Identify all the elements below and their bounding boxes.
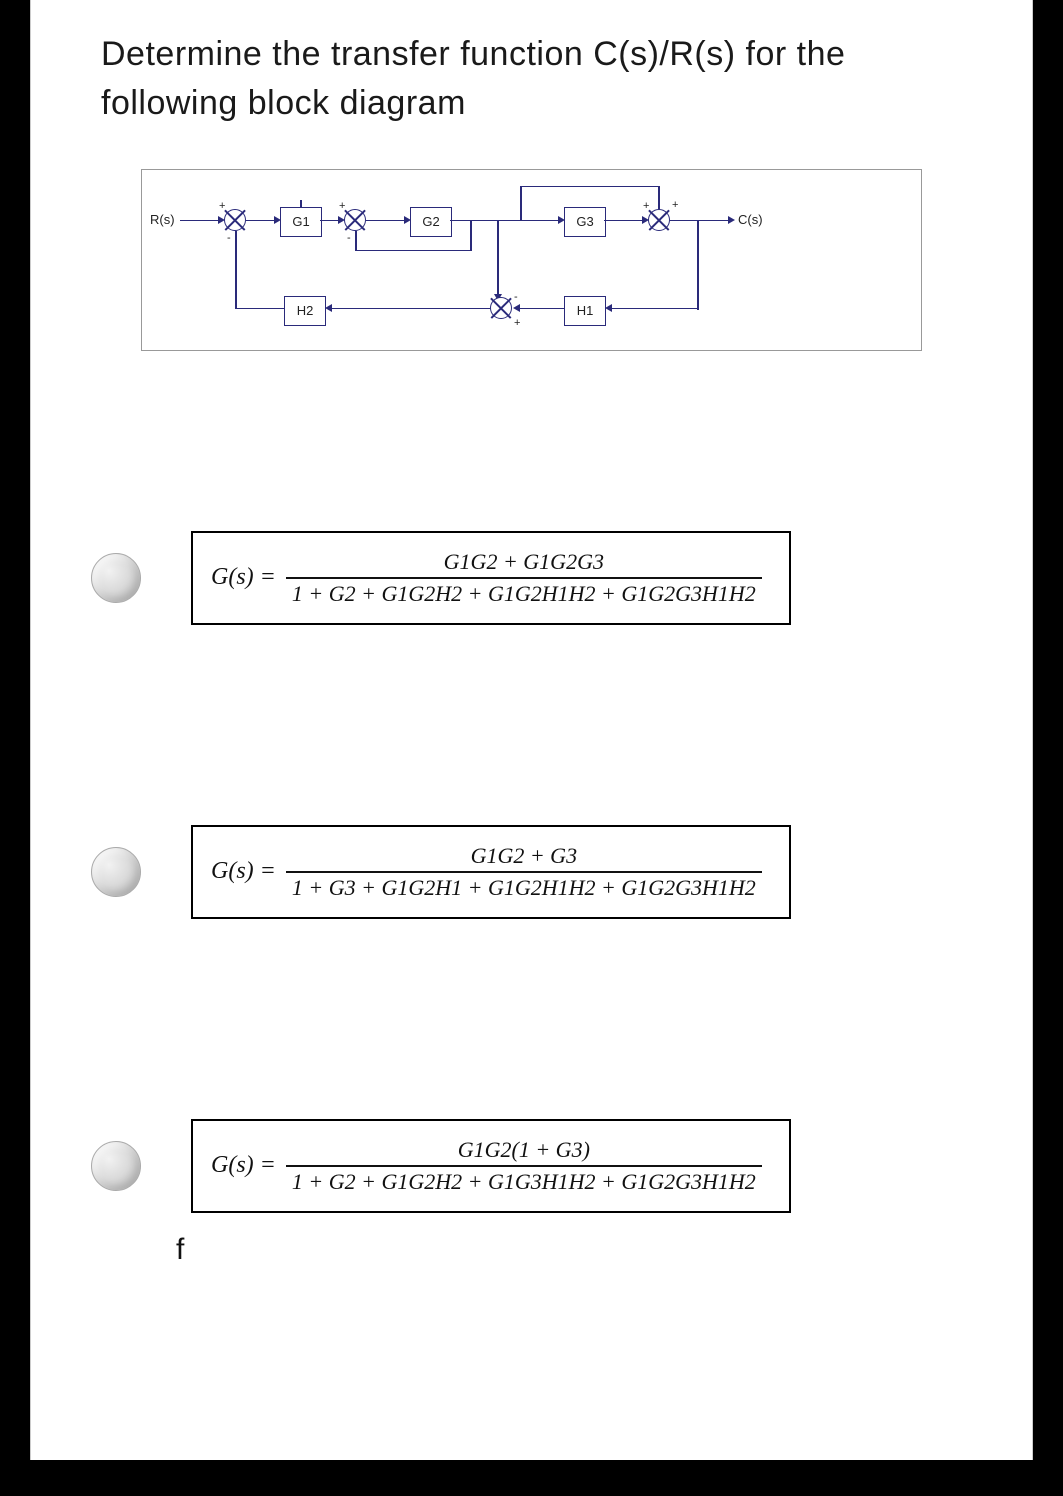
line	[520, 186, 659, 188]
block-g1: G1	[280, 207, 322, 237]
line	[355, 231, 357, 251]
denominator: 1 + G3 + G1G2H1 + G1G2H1H2 + G1G2G3H1H2	[286, 873, 762, 903]
footer-text: f	[176, 1233, 1002, 1267]
line	[604, 220, 644, 222]
line	[697, 220, 699, 310]
line	[235, 308, 284, 310]
line	[235, 231, 237, 309]
sign-plus: +	[672, 200, 678, 211]
option-2[interactable]: G(s) = G1G2 + G3 1 + G3 + G1G2H1 + G1G2H…	[61, 825, 1002, 919]
line	[658, 186, 660, 209]
option-box: G(s) = G1G2(1 + G3) 1 + G2 + G1G2H2 + G1…	[191, 1119, 791, 1213]
summing-junction	[344, 209, 366, 231]
radio-button-icon[interactable]	[91, 1141, 141, 1191]
sign-minus: -	[514, 292, 518, 303]
line	[450, 220, 520, 222]
equation: G(s) = G1G2 + G1G2G3 1 + G2 + G1G2H2 + G…	[211, 547, 771, 609]
diagram-canvas: R(s) + - G1 + - G2	[142, 170, 921, 350]
sign-plus: +	[219, 201, 225, 212]
line	[670, 220, 730, 222]
block-g2: G2	[410, 207, 452, 237]
radio-button-icon[interactable]	[91, 553, 141, 603]
numerator: G1G2(1 + G3)	[452, 1135, 596, 1165]
question-text: Determine the transfer function C(s)/R(s…	[101, 30, 962, 129]
line	[320, 220, 340, 222]
eq-lhs: G(s) =	[211, 1152, 276, 1179]
line	[612, 308, 698, 310]
line	[246, 220, 276, 222]
summing-junction	[224, 209, 246, 231]
input-label: R(s)	[150, 212, 175, 227]
summing-junction	[648, 209, 670, 231]
denominator: 1 + G2 + G1G2H2 + G1G3H1H2 + G1G2G3H1H2	[286, 1167, 762, 1197]
summing-junction	[490, 297, 512, 319]
denominator: 1 + G2 + G1G2H2 + G1G2H1H2 + G1G2G3H1H2	[286, 579, 762, 609]
equation: G(s) = G1G2(1 + G3) 1 + G2 + G1G2H2 + G1…	[211, 1135, 771, 1197]
fraction: G1G2 + G1G2G3 1 + G2 + G1G2H2 + G1G2H1H2…	[286, 547, 762, 609]
line	[332, 308, 490, 310]
arrow-icon	[325, 304, 332, 312]
line	[300, 200, 302, 207]
sign-minus: -	[347, 233, 351, 244]
line	[520, 186, 522, 220]
line	[497, 220, 499, 298]
fraction: G1G2(1 + G3) 1 + G2 + G1G2H2 + G1G3H1H2 …	[286, 1135, 762, 1197]
option-box: G(s) = G1G2 + G1G2G3 1 + G2 + G1G2H2 + G…	[191, 531, 791, 625]
option-box: G(s) = G1G2 + G3 1 + G3 + G1G2H1 + G1G2H…	[191, 825, 791, 919]
option-3[interactable]: G(s) = G1G2(1 + G3) 1 + G2 + G1G2H2 + G1…	[61, 1119, 1002, 1213]
numerator: G1G2 + G3	[465, 841, 584, 871]
numerator: G1G2 + G1G2G3	[438, 547, 610, 577]
line	[520, 308, 564, 310]
option-1[interactable]: G(s) = G1G2 + G1G2G3 1 + G2 + G1G2H2 + G…	[61, 531, 1002, 625]
eq-lhs: G(s) =	[211, 564, 276, 591]
sign-plus: +	[514, 318, 520, 329]
arrow-icon	[728, 216, 735, 224]
sign-plus: +	[643, 201, 649, 212]
line	[520, 220, 560, 222]
answer-options: G(s) = G1G2 + G1G2G3 1 + G2 + G1G2H2 + G…	[61, 531, 1002, 1267]
block-g3: G3	[564, 207, 606, 237]
block-diagram: R(s) + - G1 + - G2	[141, 169, 922, 351]
radio-button-icon[interactable]	[91, 847, 141, 897]
fraction: G1G2 + G3 1 + G3 + G1G2H1 + G1G2H1H2 + G…	[286, 841, 762, 903]
equation: G(s) = G1G2 + G3 1 + G3 + G1G2H1 + G1G2H…	[211, 841, 771, 903]
output-label: C(s)	[738, 212, 763, 227]
line	[366, 220, 406, 222]
block-h1: H1	[564, 296, 606, 326]
sign-plus: +	[339, 201, 345, 212]
page: Determine the transfer function C(s)/R(s…	[30, 0, 1033, 1460]
arrow-icon	[513, 304, 520, 312]
sign-minus: -	[227, 233, 231, 244]
line	[470, 220, 472, 251]
eq-lhs: G(s) =	[211, 858, 276, 885]
block-h2: H2	[284, 296, 326, 326]
line	[355, 250, 470, 252]
arrow-icon	[605, 304, 612, 312]
line	[180, 220, 220, 222]
